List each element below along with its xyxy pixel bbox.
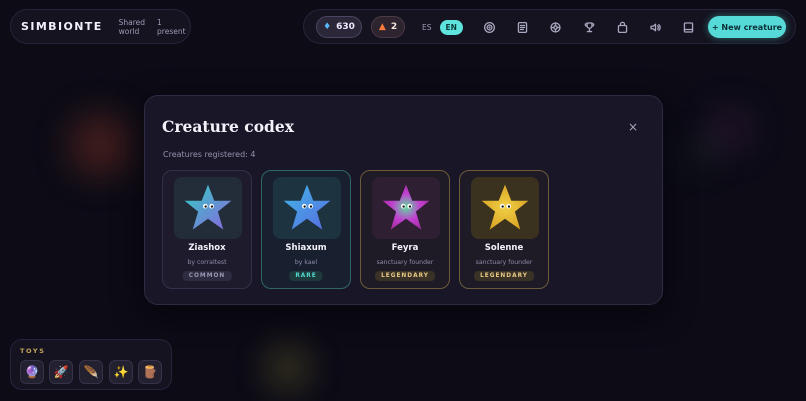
creature-name: Ziashox [188,243,226,253]
toys-panel: TOYS 🔮 🚀 🪶 ✨ 🪵 [10,339,172,390]
creature-card-list: Ziashox by corraltest COMMON Shiaxum by … [162,170,549,289]
creature-card[interactable]: Ziashox by corraltest COMMON [162,170,252,289]
creature-card[interactable]: Solenne sanctuary founder LEGENDARY [459,170,549,289]
toy-feather-icon[interactable]: 🪶 [79,360,103,384]
rarity-badge: LEGENDARY [375,271,435,281]
language-es-button[interactable]: ES [418,23,436,32]
rarity-badge: COMMON [182,271,232,281]
creature-star-icon [481,184,529,230]
journal-icon[interactable] [513,18,531,36]
trophy-icon[interactable] [580,18,598,36]
toys-label: TOYS [20,347,46,355]
rarity-badge: LEGENDARY [474,271,534,281]
creature-name: Solenne [484,243,524,253]
creature-owner: by kael [294,259,318,266]
present-count: 1 present [157,17,186,36]
gems-value: 630 [336,22,355,32]
app-name: SIMBIONTE [21,20,103,33]
background-glow [690,140,714,164]
creature-owner: sanctuary founder [376,259,434,266]
creature-art [372,177,440,239]
gems-counter[interactable]: ♦ 630 [316,16,362,38]
creature-art [273,177,341,239]
creature-card[interactable]: Shiaxum by kael RARE [261,170,351,289]
volume-icon[interactable] [646,18,664,36]
fire-icon: ▲ [378,22,386,32]
creature-name: Shiaxum [285,243,327,253]
toy-log-icon[interactable]: 🪵 [138,360,162,384]
bag-icon[interactable] [613,18,631,36]
creature-name: Feyra [391,243,419,253]
creature-owner: sanctuary founder [475,259,533,266]
language-en-button[interactable]: EN [439,19,463,35]
book-icon[interactable] [679,18,697,36]
creature-star-icon [184,184,232,230]
top-toolbar: ♦ 630 ▲ 2 ES EN + New creature [303,9,796,44]
creature-star-icon [382,184,430,230]
background-glow [70,115,130,175]
world-label: Shared world [118,17,146,36]
gem-icon: ♦ [323,22,332,32]
creature-card[interactable]: Feyra sanctuary founder LEGENDARY [360,170,450,289]
world-status-bar: SIMBIONTE Shared world 1 present [10,9,191,44]
settings-icon[interactable] [546,18,564,36]
close-icon[interactable]: × [625,119,641,135]
creature-art [471,177,539,239]
modal-title: Creature codex [162,117,294,136]
language-switcher: ES EN [418,16,463,38]
background-glow [270,350,306,386]
creature-star-icon [283,184,331,230]
streak-value: 2 [390,22,398,32]
toy-rocket-icon[interactable]: 🚀 [49,360,73,384]
streak-counter[interactable]: ▲ 2 [371,16,405,38]
toy-orb-icon[interactable]: 🔮 [20,360,44,384]
creature-owner: by corraltest [187,259,227,266]
creature-count: Creatures registered: 4 [163,150,256,159]
creature-codex-modal: Creature codex × Creatures registered: 4… [144,95,663,305]
background-glow [710,110,750,150]
new-creature-button[interactable]: + New creature [708,16,786,38]
creature-art [174,177,242,239]
target-icon[interactable] [480,18,498,36]
rarity-badge: RARE [289,271,323,281]
toy-sparkles-icon[interactable]: ✨ [109,360,133,384]
